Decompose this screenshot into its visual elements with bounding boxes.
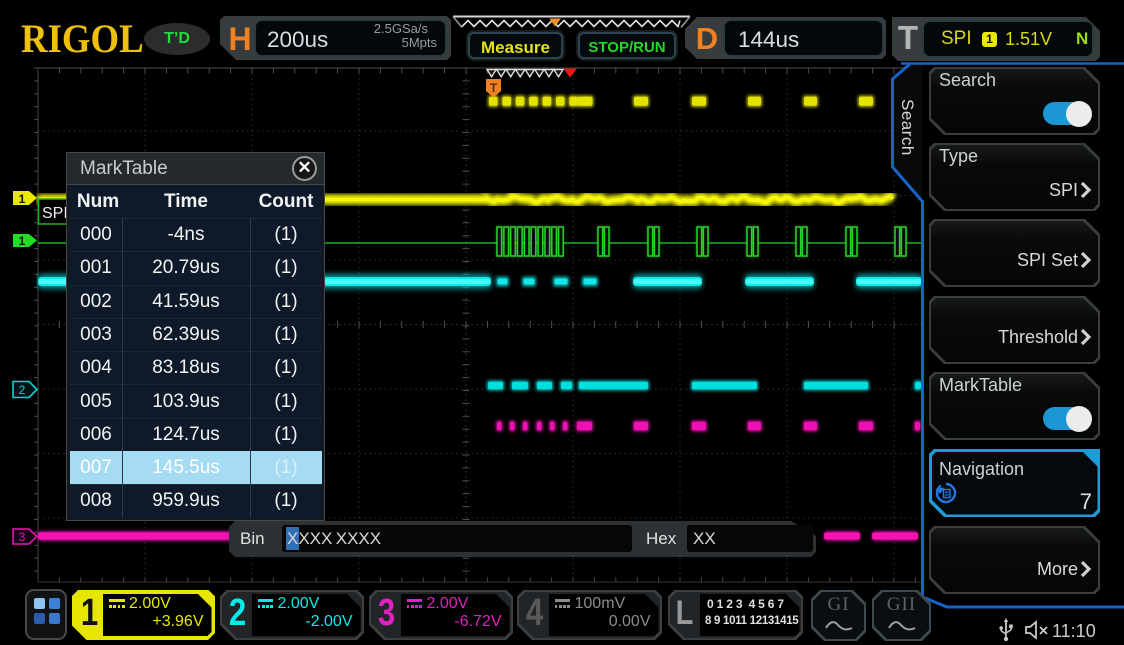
svg-text:T: T	[490, 81, 498, 95]
svg-text:1: 1	[19, 234, 26, 248]
svg-text:1: 1	[19, 192, 26, 206]
svg-text:SPI: SPI	[42, 205, 68, 222]
svg-text:3: 3	[19, 530, 26, 544]
svg-text:2: 2	[19, 383, 26, 397]
